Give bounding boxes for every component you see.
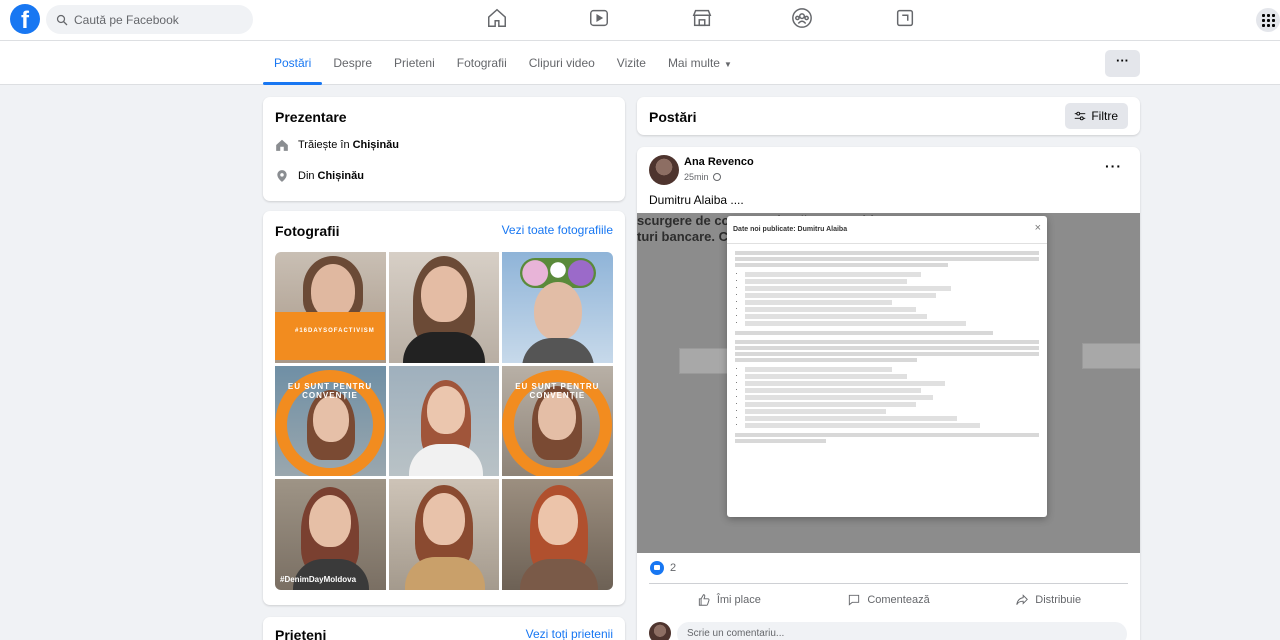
groups-icon[interactable]: [791, 7, 815, 31]
tab-about[interactable]: Despre: [322, 41, 383, 85]
photo-thumbnail[interactable]: #DenimDayMoldova: [275, 479, 386, 590]
photos-title: Fotografii: [275, 223, 340, 239]
commenter-avatar: [649, 622, 671, 640]
photo-thumbnail[interactable]: EU SUNT PENTRU CONVENȚIE: [502, 365, 613, 477]
marketplace-icon[interactable]: [691, 7, 715, 31]
profile-tabs-bar: Postări Despre Prieteni Fotografii Clipu…: [0, 40, 1280, 85]
comment-box[interactable]: [677, 622, 1127, 640]
video-icon[interactable]: [588, 7, 612, 31]
share-button[interactable]: Distribuie: [968, 590, 1128, 610]
see-all-photos-link[interactable]: Vezi toate fotografiile: [502, 223, 613, 237]
filters-label: Filtre: [1091, 109, 1118, 123]
caret-down-icon: ▼: [723, 60, 732, 69]
photo-thumbnail[interactable]: EU SUNT PENTRU CONVENȚIE: [275, 365, 386, 477]
from-row: Din Chișinău: [275, 169, 364, 183]
post-time-label: 25min: [684, 172, 709, 182]
tab-videos[interactable]: Clipuri video: [518, 41, 606, 85]
search-input[interactable]: [74, 12, 244, 27]
menu-grid-icon[interactable]: [1256, 8, 1280, 32]
photos-grid: #16DAYSOFACTIVISM EU SUNT PENTRU CONVENȚ…: [275, 252, 613, 590]
lives-in-city[interactable]: Chișinău: [353, 139, 399, 151]
home-icon: [276, 139, 288, 151]
tab-check-ins[interactable]: Vizite: [606, 41, 657, 85]
posts-header-card: Postări Filtre: [637, 97, 1140, 135]
post-author[interactable]: Ana Revenco: [684, 156, 754, 168]
post-options-icon[interactable]: ···: [1105, 159, 1122, 173]
close-icon[interactable]: ×: [1035, 222, 1041, 234]
more-options-button[interactable]: ···: [1105, 50, 1140, 77]
tab-posts[interactable]: Postări: [263, 41, 323, 85]
share-label: Distribuie: [1035, 594, 1082, 606]
photo-thumbnail[interactable]: [502, 252, 613, 363]
tab-photos[interactable]: Fotografii: [446, 41, 518, 85]
photo-thumbnail[interactable]: [388, 252, 500, 363]
comment-input[interactable]: [687, 628, 887, 639]
from-label: Din: [298, 170, 315, 182]
reactions-summary[interactable]: 2: [650, 561, 676, 575]
lives-in-row: Trăiește în Chișinău: [275, 138, 399, 152]
location-pin-icon: [277, 170, 287, 182]
tab-more-label: Mai multe: [667, 56, 720, 70]
filter-sliders-icon: [1075, 111, 1086, 121]
campaign-frame-text: EU SUNT PENTRU CONVENȚIE: [287, 381, 373, 400]
lives-in-label: Trăiește în: [298, 139, 350, 151]
post-text: Dumitru Alaiba ....: [649, 193, 744, 207]
home-icon[interactable]: [486, 7, 510, 31]
hashtag-label: #DenimDayMoldova: [280, 574, 357, 584]
comment-label: Comentează: [867, 594, 930, 606]
intro-card: Prezentare Trăiește în Chișinău Din Chiș…: [263, 97, 625, 201]
leak-modal: Date noi publicate: Dumitru Alaiba ×: [727, 216, 1047, 517]
facebook-logo-icon[interactable]: f: [10, 4, 40, 34]
modal-body-text: [735, 251, 1039, 448]
like-label: Îmi place: [716, 594, 761, 606]
comment-icon: [849, 594, 860, 606]
intro-title: Prezentare: [275, 109, 347, 125]
filters-button[interactable]: Filtre: [1065, 103, 1128, 129]
photos-card: Fotografii Vezi toate fotografiile #16DA…: [263, 211, 625, 605]
campaign-frame-text: EU SUNT PENTRU CONVENȚIE: [515, 381, 600, 400]
post-image[interactable]: scurgere de corespondență ... ca Moldova…: [637, 213, 1140, 553]
author-avatar[interactable]: [649, 155, 679, 185]
share-icon: [1016, 594, 1029, 605]
post-actions: Îmi place Comentează Distribuie: [649, 590, 1128, 610]
photo-thumbnail[interactable]: [388, 365, 500, 477]
photo-thumbnail[interactable]: [388, 479, 500, 590]
friends-card: Prieteni Vezi toți prietenii: [263, 617, 625, 640]
tab-more[interactable]: Mai multe ▼: [657, 41, 743, 85]
post-timestamp[interactable]: 25min: [684, 172, 721, 182]
like-reaction-icon: [650, 561, 664, 575]
top-bar: f: [0, 0, 1280, 40]
gaming-icon[interactable]: [894, 7, 918, 31]
posts-title: Postări: [649, 109, 697, 125]
like-button[interactable]: Îmi place: [649, 590, 809, 610]
photo-thumbnail[interactable]: #16DAYSOFACTIVISM: [275, 252, 386, 363]
friends-title: Prieteni: [275, 627, 327, 640]
thumbs-up-icon: [698, 594, 710, 606]
modal-title: Date noi publicate: Dumitru Alaiba: [733, 226, 848, 233]
tab-friends[interactable]: Prieteni: [383, 41, 446, 85]
from-city[interactable]: Chișinău: [318, 170, 364, 182]
activism-banner: #16DAYSOFACTIVISM: [275, 312, 385, 360]
photo-thumbnail[interactable]: [502, 479, 613, 590]
see-all-friends-link[interactable]: Vezi toți prietenii: [526, 627, 613, 640]
search-icon: [56, 14, 68, 25]
search-box[interactable]: [46, 5, 253, 34]
comment-button[interactable]: Comentează: [809, 590, 969, 610]
globe-icon: [712, 173, 721, 181]
post-card: Ana Revenco 25min ··· Dumitru Alaiba ...…: [637, 147, 1140, 640]
reactions-count: 2: [670, 562, 677, 574]
